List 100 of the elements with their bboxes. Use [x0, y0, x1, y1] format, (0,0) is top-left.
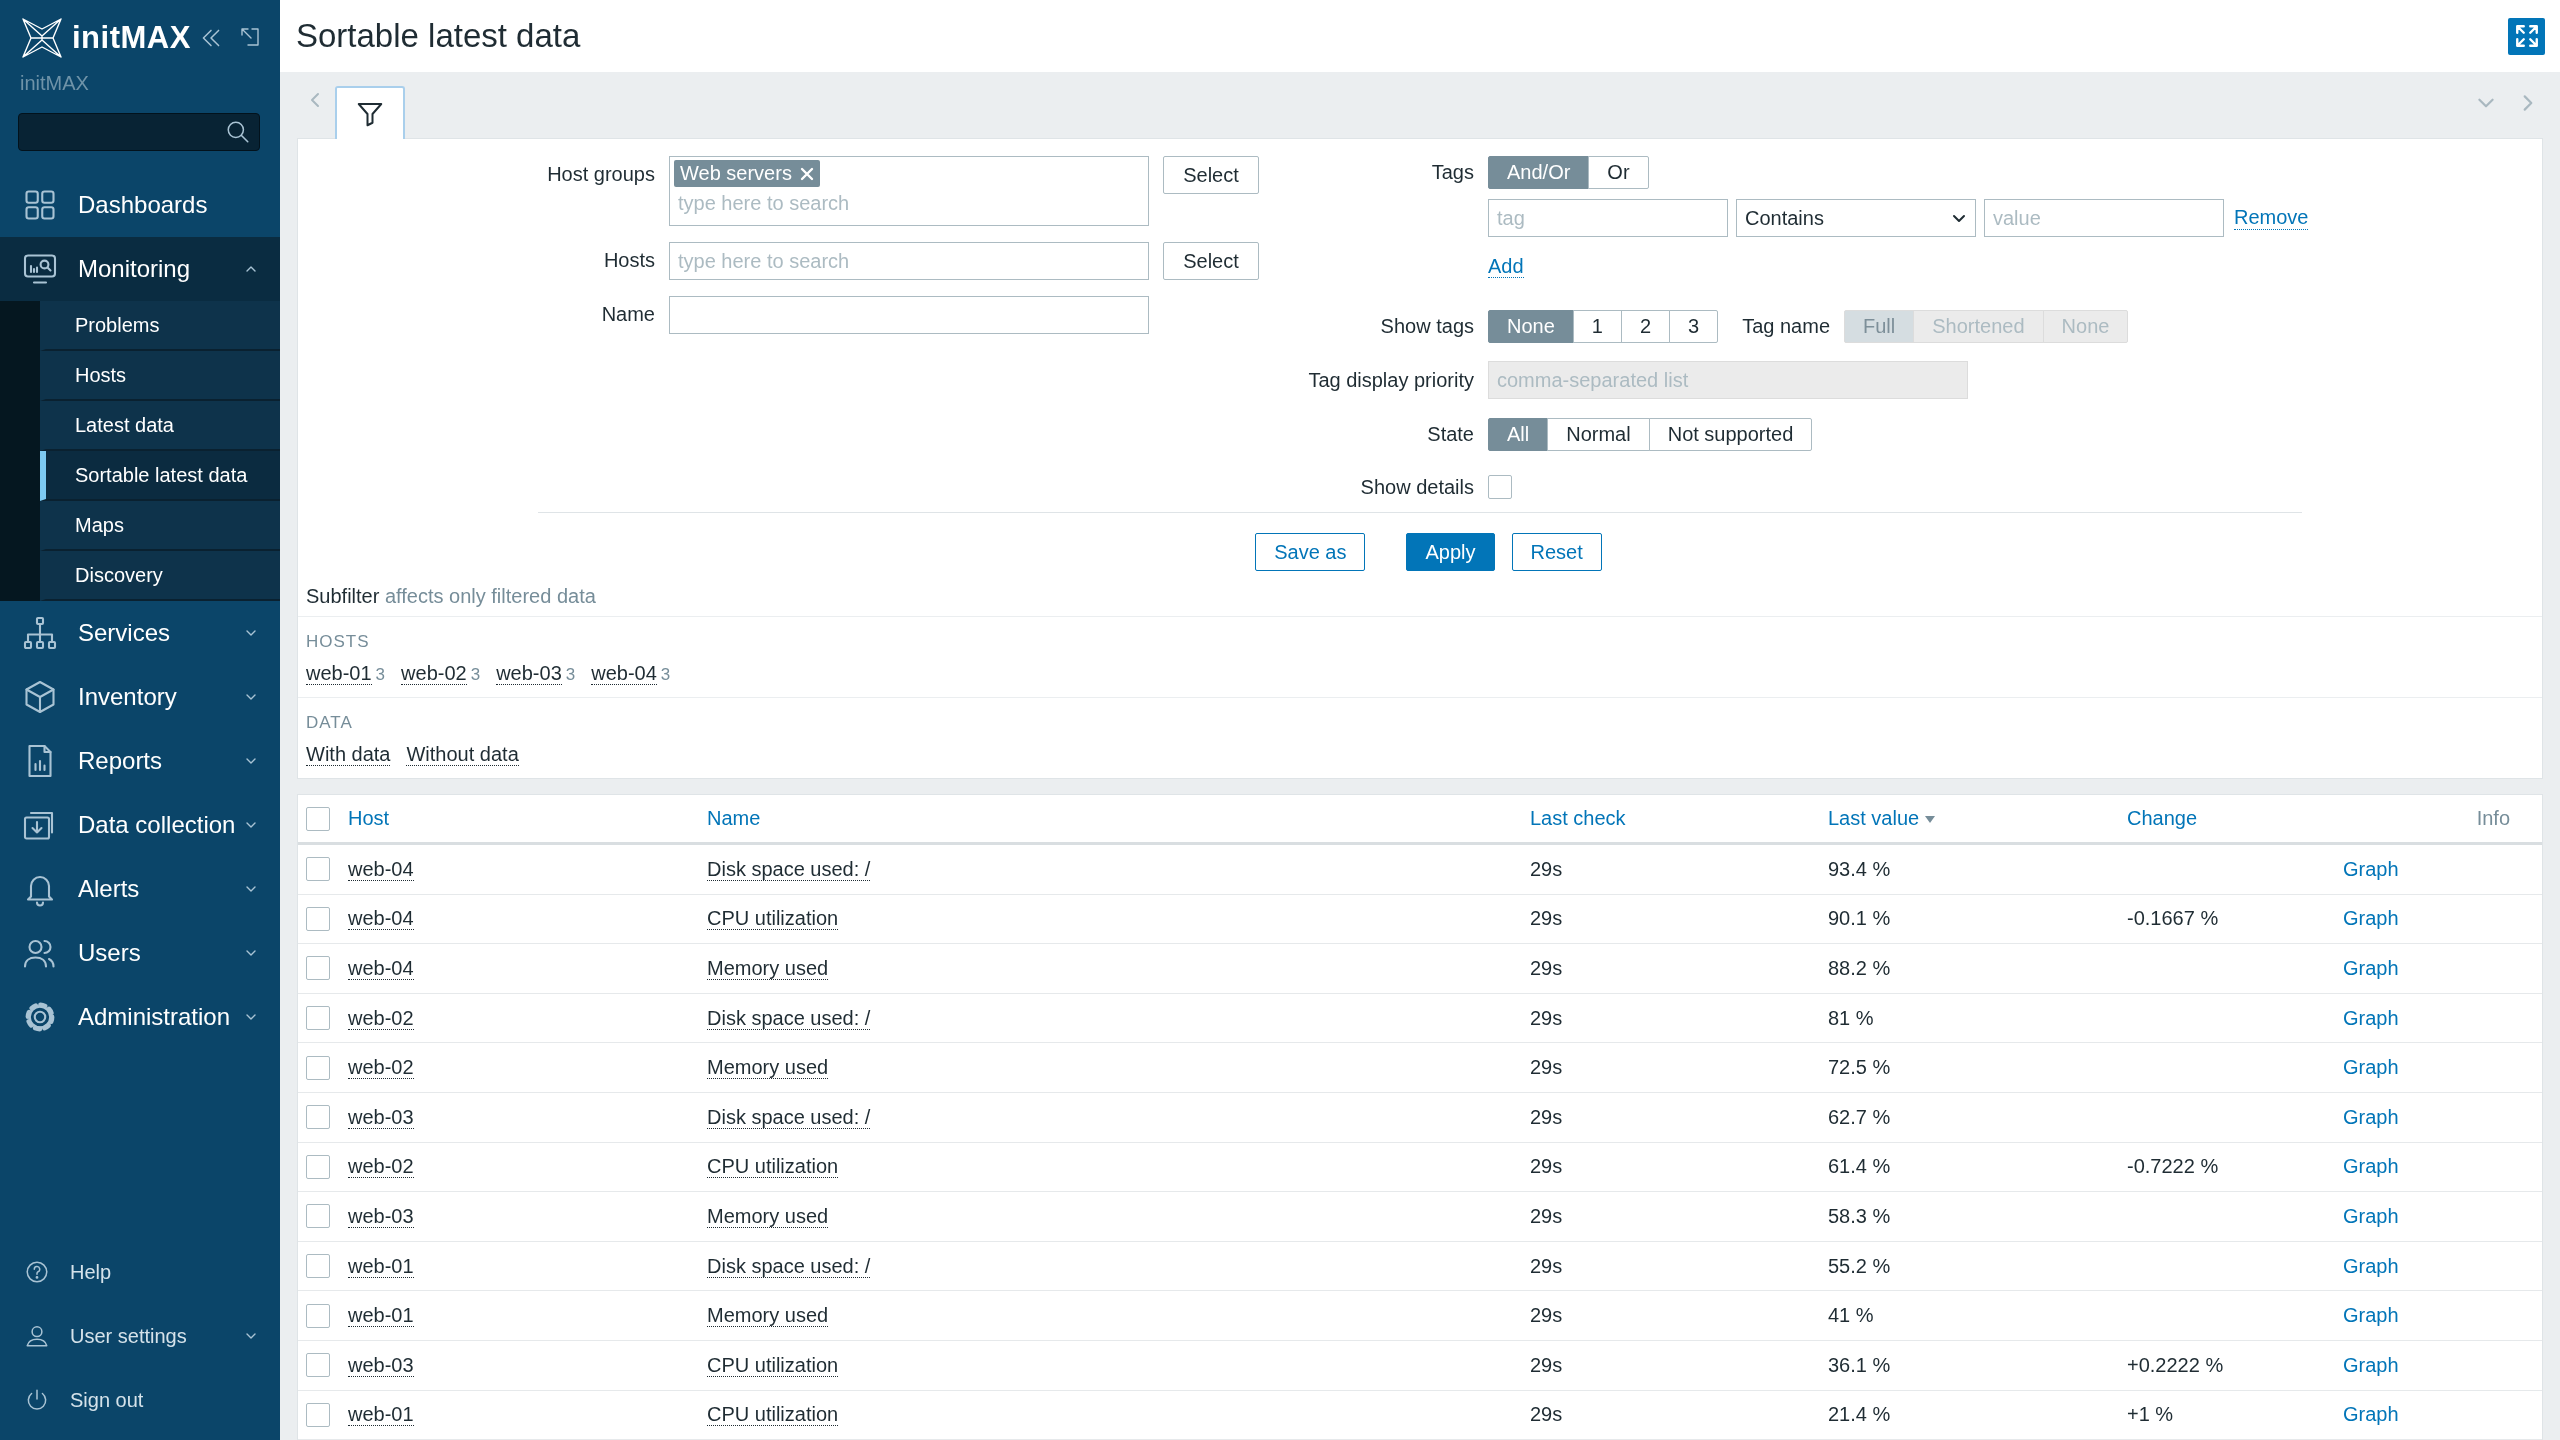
checkbox[interactable] — [306, 1353, 330, 1378]
host-link[interactable]: web-01 — [348, 1403, 414, 1427]
graph-link[interactable]: Graph — [2343, 1056, 2399, 1079]
action-button[interactable]: Apply — [1406, 533, 1495, 571]
graph-link[interactable]: Graph — [2343, 1254, 2399, 1277]
submenu-item[interactable]: Hosts — [40, 351, 280, 401]
item-link[interactable]: Disk space used: / — [707, 1105, 871, 1129]
graph-link[interactable]: Graph — [2343, 907, 2399, 930]
host-link[interactable]: web-01 — [348, 1304, 414, 1328]
item-link[interactable]: Disk space used: / — [707, 1006, 871, 1030]
graph-link[interactable]: Graph — [2343, 1403, 2399, 1426]
menu-item[interactable]: User settings — [0, 1304, 280, 1368]
checkbox[interactable] — [306, 1154, 330, 1179]
item-link[interactable]: Memory used — [707, 1056, 829, 1080]
option-button[interactable]: 2 — [1620, 310, 1671, 343]
column-header[interactable]: Change — [2127, 807, 2198, 830]
column-header[interactable]: Host — [348, 807, 390, 830]
item-link[interactable]: CPU utilization — [707, 1155, 839, 1179]
checkbox[interactable] — [306, 1254, 330, 1279]
subfilter-link[interactable]: With data — [306, 743, 391, 766]
item-link[interactable]: CPU utilization — [707, 1353, 839, 1377]
submenu-item[interactable]: Sortable latest data — [40, 451, 280, 501]
submenu-item[interactable]: Maps — [40, 501, 280, 551]
graph-link[interactable]: Graph — [2343, 1155, 2399, 1178]
action-button[interactable]: Save as — [1255, 533, 1366, 571]
menu-item[interactable]: Sign out — [0, 1368, 280, 1432]
subfilter-link[interactable]: Without data — [406, 743, 519, 766]
menu-item[interactable]: Data collection — [0, 793, 280, 857]
item-link[interactable]: CPU utilization — [707, 907, 839, 931]
input-field[interactable]: value — [1984, 199, 2224, 237]
subfilter-link[interactable]: web-04 — [591, 662, 657, 685]
action-button[interactable]: Reset — [1511, 533, 1602, 571]
host-link[interactable]: web-03 — [348, 1204, 414, 1228]
submenu-item[interactable]: Discovery — [40, 551, 280, 601]
option-button[interactable]: 1 — [1572, 310, 1622, 343]
input-field[interactable]: type here to search — [669, 242, 1149, 280]
checkbox[interactable] — [306, 806, 330, 831]
menu-item[interactable]: Services — [0, 601, 280, 665]
fullscreen-button[interactable] — [2508, 17, 2545, 55]
graph-link[interactable]: Graph — [2343, 1353, 2399, 1376]
column-header[interactable]: Last value — [1828, 807, 1938, 830]
item-link[interactable]: CPU utilization — [707, 1403, 839, 1427]
graph-link[interactable]: Graph — [2343, 1304, 2399, 1327]
graph-link[interactable]: Graph — [2343, 957, 2399, 979]
search-field[interactable] — [18, 113, 260, 151]
graph-link[interactable]: Graph — [2343, 1105, 2399, 1128]
menu-item[interactable]: Dashboards — [0, 173, 280, 237]
item-link[interactable]: Disk space used: / — [707, 1254, 871, 1278]
menu-item[interactable]: Administration — [0, 985, 280, 1049]
host-link[interactable]: web-02 — [348, 1056, 414, 1080]
remove-link[interactable]: Remove — [2234, 206, 2309, 230]
submenu-item[interactable]: Problems — [40, 301, 280, 351]
menu-item[interactable]: Users — [0, 921, 280, 985]
input-field[interactable]: tag — [1488, 199, 1728, 237]
add-link[interactable]: Add — [1488, 255, 1524, 278]
submenu-item[interactable]: Latest data — [40, 401, 280, 451]
option-button[interactable]: Or — [1588, 156, 1649, 189]
checkbox[interactable] — [306, 1204, 330, 1229]
checkbox[interactable] — [306, 1402, 330, 1427]
checkbox[interactable] — [306, 1055, 330, 1080]
checkbox[interactable] — [306, 1303, 330, 1328]
option-button[interactable]: Not supported — [1648, 418, 1813, 451]
host-link[interactable]: web-01 — [348, 1254, 414, 1278]
host-link[interactable]: web-02 — [348, 1006, 414, 1030]
item-link[interactable]: Disk space used: / — [707, 857, 871, 881]
checkbox[interactable] — [306, 1105, 330, 1130]
select-button[interactable]: Select — [1163, 156, 1259, 194]
host-link[interactable]: web-04 — [348, 907, 414, 931]
input-field[interactable] — [669, 296, 1149, 334]
menu-item[interactable]: Inventory — [0, 665, 280, 729]
host-link[interactable]: web-03 — [348, 1105, 414, 1129]
checkbox[interactable] — [306, 956, 330, 981]
menu-item[interactable]: Reports — [0, 729, 280, 793]
checkbox[interactable] — [306, 1006, 330, 1031]
checkbox[interactable] — [306, 906, 330, 931]
option-button[interactable]: Normal — [1547, 418, 1650, 451]
host-link[interactable]: web-02 — [348, 1155, 414, 1179]
graph-link[interactable]: Graph — [2343, 1006, 2399, 1029]
subfilter-link[interactable]: web-03 — [496, 662, 562, 685]
search-icon[interactable] — [225, 119, 251, 145]
popout-icon[interactable] — [238, 25, 262, 49]
checkbox[interactable] — [306, 857, 330, 882]
checkbox[interactable] — [1488, 475, 1512, 499]
host-link[interactable]: web-03 — [348, 1353, 414, 1377]
item-link[interactable]: Memory used — [707, 1304, 829, 1328]
option-button[interactable]: 3 — [1669, 310, 1719, 343]
host-link[interactable]: web-04 — [348, 957, 414, 980]
menu-item[interactable]: Help — [0, 1240, 280, 1304]
menu-item[interactable]: Alerts — [0, 857, 280, 921]
item-link[interactable]: Memory used — [707, 1204, 829, 1228]
graph-link[interactable]: Graph — [2343, 1204, 2399, 1227]
subfilter-link[interactable]: web-01 — [306, 662, 372, 685]
column-header[interactable]: Name — [707, 807, 761, 830]
menu-item[interactable]: Monitoring — [0, 237, 280, 301]
select-button[interactable]: Select — [1163, 242, 1259, 280]
column-header[interactable]: Last check — [1530, 807, 1626, 830]
operator-dropdown[interactable]: Contains — [1736, 199, 1976, 237]
item-link[interactable]: Memory used — [707, 957, 829, 980]
host-link[interactable]: web-04 — [348, 857, 414, 881]
subfilter-link[interactable]: web-02 — [401, 662, 467, 685]
